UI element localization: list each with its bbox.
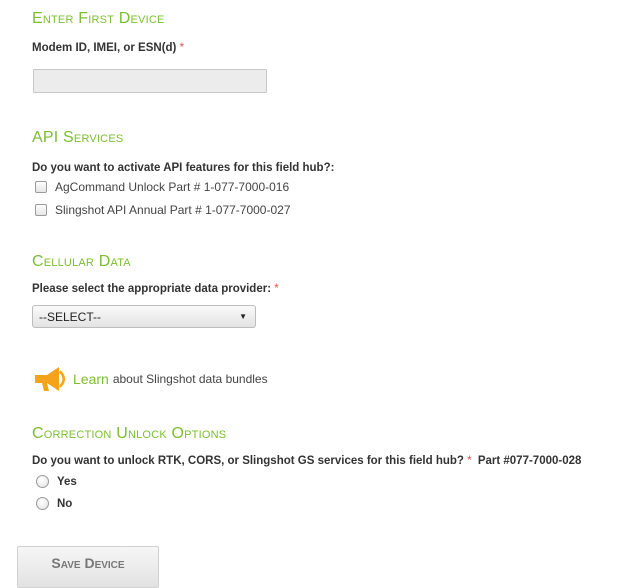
agcommand-checkbox[interactable] [35,181,47,193]
radio-row-no[interactable]: No [36,497,72,510]
yes-radio-label: Yes [57,475,77,488]
learn-row: Learn about Slingshot data bundles [33,364,268,394]
learn-description: about Slingshot data bundles [112,372,268,386]
required-asterisk: * [274,283,279,295]
data-provider-label-text: Please select the appropriate data provi… [32,283,272,295]
learn-link[interactable]: Learn [73,371,109,387]
modem-id-label-text: Modem ID, IMEI, or ESN(d) [32,42,177,54]
save-device-button[interactable]: Save Device [17,546,159,588]
checkbox-row-agcommand[interactable]: AgCommand Unlock Part # 1-077-7000-016 [35,180,289,194]
data-provider-selected-value: --SELECT-- [39,309,102,324]
heading-correction-unlock-options: Correction Unlock Options [32,425,227,442]
slingshot-api-checkbox[interactable] [35,204,47,216]
slingshot-api-checkbox-label: Slingshot API Annual Part # 1-077-7000-0… [55,203,291,217]
agcommand-checkbox-label: AgCommand Unlock Part # 1-077-7000-016 [55,180,290,194]
correction-question-label: Do you want to unlock RTK, CORS, or Slin… [32,455,581,467]
modem-id-input[interactable] [33,69,267,93]
required-asterisk: * [179,42,185,54]
dropdown-arrow-icon: ▼ [239,312,247,321]
checkbox-row-slingshot-api[interactable]: Slingshot API Annual Part # 1-077-7000-0… [35,203,291,217]
heading-api-services: API Services [32,129,124,146]
no-radio-label: No [57,497,73,510]
heading-cellular-data: Cellular Data [32,253,131,270]
no-radio[interactable] [36,497,49,510]
radio-row-yes[interactable]: Yes [36,475,77,488]
yes-radio[interactable] [36,475,49,488]
api-question-label: Do you want to activate API features for… [32,162,335,174]
correction-part-number: Part #077-7000-028 [477,455,582,467]
megaphone-icon [35,367,65,391]
data-provider-select[interactable]: --SELECT-- ▼ [32,305,256,328]
data-provider-label: Please select the appropriate data provi… [32,283,279,295]
modem-id-label: Modem ID, IMEI, or ESN(d) * [32,42,184,54]
correction-question-text: Do you want to unlock RTK, CORS, or Slin… [32,455,464,467]
heading-enter-first-device: Enter First Device [32,10,165,27]
required-asterisk: * [467,455,472,467]
